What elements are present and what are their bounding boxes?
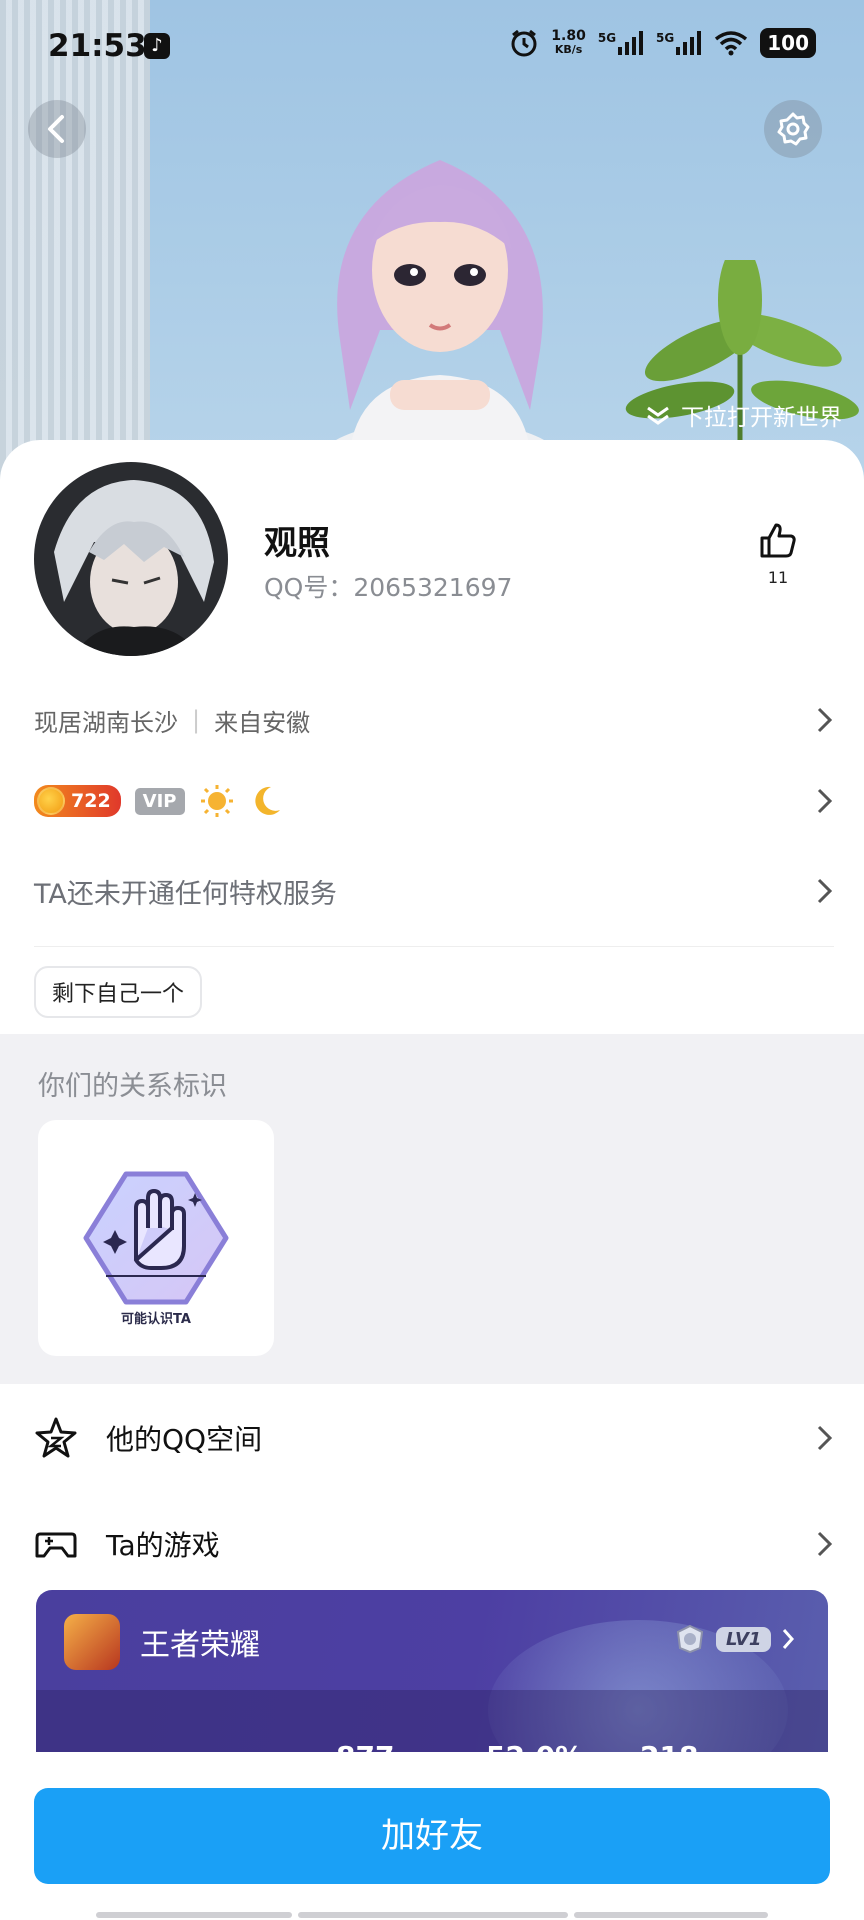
signal-2: 5G xyxy=(656,31,702,55)
network-speed: 1.80 KB/s xyxy=(551,29,586,57)
game-card[interactable]: 王者荣耀 LV1 877 52.0% 218 xyxy=(36,1590,828,1760)
pull-down-hint-text: 下拉打开新世界 xyxy=(681,405,842,431)
chevron-right-icon xyxy=(817,1425,833,1451)
chevron-left-icon xyxy=(48,115,64,143)
games-label: Ta的游戏 xyxy=(106,1529,220,1562)
badges-row[interactable]: 722 VIP xyxy=(34,778,834,824)
privilege-text: TA还未开通任何特权服务 xyxy=(34,878,337,910)
qzone-menu-item[interactable]: 他的QQ空间 xyxy=(34,1410,834,1466)
vip-badge: VIP xyxy=(134,787,185,815)
chevron-right-icon xyxy=(817,707,833,733)
nickname: 观照 xyxy=(264,523,330,562)
game-stats-bar xyxy=(36,1690,828,1760)
signal-bars-icon xyxy=(618,31,644,55)
relationship-title: 你们的关系标识 xyxy=(38,1071,227,1102)
profile-cover[interactable]: 21:53 ♪ 1.80 KB/s 5G 5G 100 下拉打开新世界 xyxy=(0,0,864,480)
gesture-bar-segment xyxy=(298,1912,568,1918)
thumbs-up-icon xyxy=(760,523,796,558)
pull-down-hint[interactable]: 下拉打开新世界 xyxy=(645,398,842,432)
network-type-1: 5G xyxy=(597,31,617,45)
separator: | xyxy=(192,706,201,734)
battery-indicator: 100 xyxy=(760,28,816,58)
chevron-right-icon xyxy=(817,788,833,814)
divider xyxy=(34,946,834,947)
game-level[interactable]: LV1 xyxy=(674,1624,795,1654)
gear-icon xyxy=(777,112,810,146)
gamepad-icon xyxy=(35,1532,77,1558)
location-hometown: 来自安徽 xyxy=(214,708,311,737)
location-row[interactable]: 现居湖南长沙 | 来自安徽 xyxy=(34,700,834,740)
chevron-right-icon xyxy=(817,878,833,904)
alarm-icon xyxy=(511,29,537,57)
relationship-section: 你们的关系标识 可能认识TA xyxy=(0,1034,864,1384)
avatar-image xyxy=(34,462,228,656)
like-button[interactable]: 11 xyxy=(756,520,800,587)
gesture-bar-segment xyxy=(96,1912,292,1918)
signal-1: 5G xyxy=(598,31,644,55)
tiktok-notification-icon: ♪ xyxy=(144,33,170,59)
signal-bars-icon xyxy=(676,31,702,55)
star-icon xyxy=(35,1417,77,1458)
clock: 21:53 xyxy=(48,28,147,64)
sun-icon xyxy=(200,785,233,817)
personal-tag[interactable]: 剩下自己一个 xyxy=(34,966,203,1018)
rank-emblem-icon xyxy=(676,1624,704,1654)
avatar[interactable] xyxy=(34,462,228,656)
like-count: 11 xyxy=(767,568,789,587)
qzone-label: 他的QQ空间 xyxy=(106,1423,263,1456)
network-speed-unit: KB/s xyxy=(554,43,583,56)
relationship-badge-label: 可能认识TA xyxy=(121,1312,191,1327)
chevron-right-icon xyxy=(817,1531,833,1557)
status-bar: 21:53 ♪ 1.80 KB/s 5G 5G 100 xyxy=(0,0,864,96)
double-chevron-down-icon xyxy=(647,406,669,425)
wave-hand-badge-icon xyxy=(83,1171,229,1305)
gesture-bar-segment xyxy=(574,1912,768,1918)
moon-icon xyxy=(254,786,280,815)
coin-level-value: 722 xyxy=(71,790,111,812)
game-app-icon xyxy=(64,1614,120,1670)
game-level-badge: LV1 xyxy=(716,1626,772,1652)
settings-button[interactable] xyxy=(764,100,822,158)
privilege-row[interactable]: TA还未开通任何特权服务 xyxy=(34,868,834,914)
location-current: 现居湖南长沙 xyxy=(34,708,178,737)
add-friend-button[interactable]: 加好友 xyxy=(34,1788,830,1884)
3d-avatar-character[interactable] xyxy=(300,150,580,470)
game-title: 王者荣耀 xyxy=(140,1628,260,1663)
back-button[interactable] xyxy=(28,100,86,158)
wifi-icon xyxy=(715,31,748,56)
relationship-badge-card[interactable]: 可能认识TA xyxy=(38,1120,274,1356)
network-type-2: 5G xyxy=(656,31,675,45)
games-menu-item[interactable]: Ta的游戏 xyxy=(34,1516,834,1572)
qq-number[interactable]: QQ号：2065321697 xyxy=(264,568,512,604)
network-speed-value: 1.80 xyxy=(551,28,586,44)
coin-icon xyxy=(37,787,65,815)
level-coin-badge: 722 xyxy=(34,785,121,817)
chevron-right-icon xyxy=(783,1629,795,1649)
